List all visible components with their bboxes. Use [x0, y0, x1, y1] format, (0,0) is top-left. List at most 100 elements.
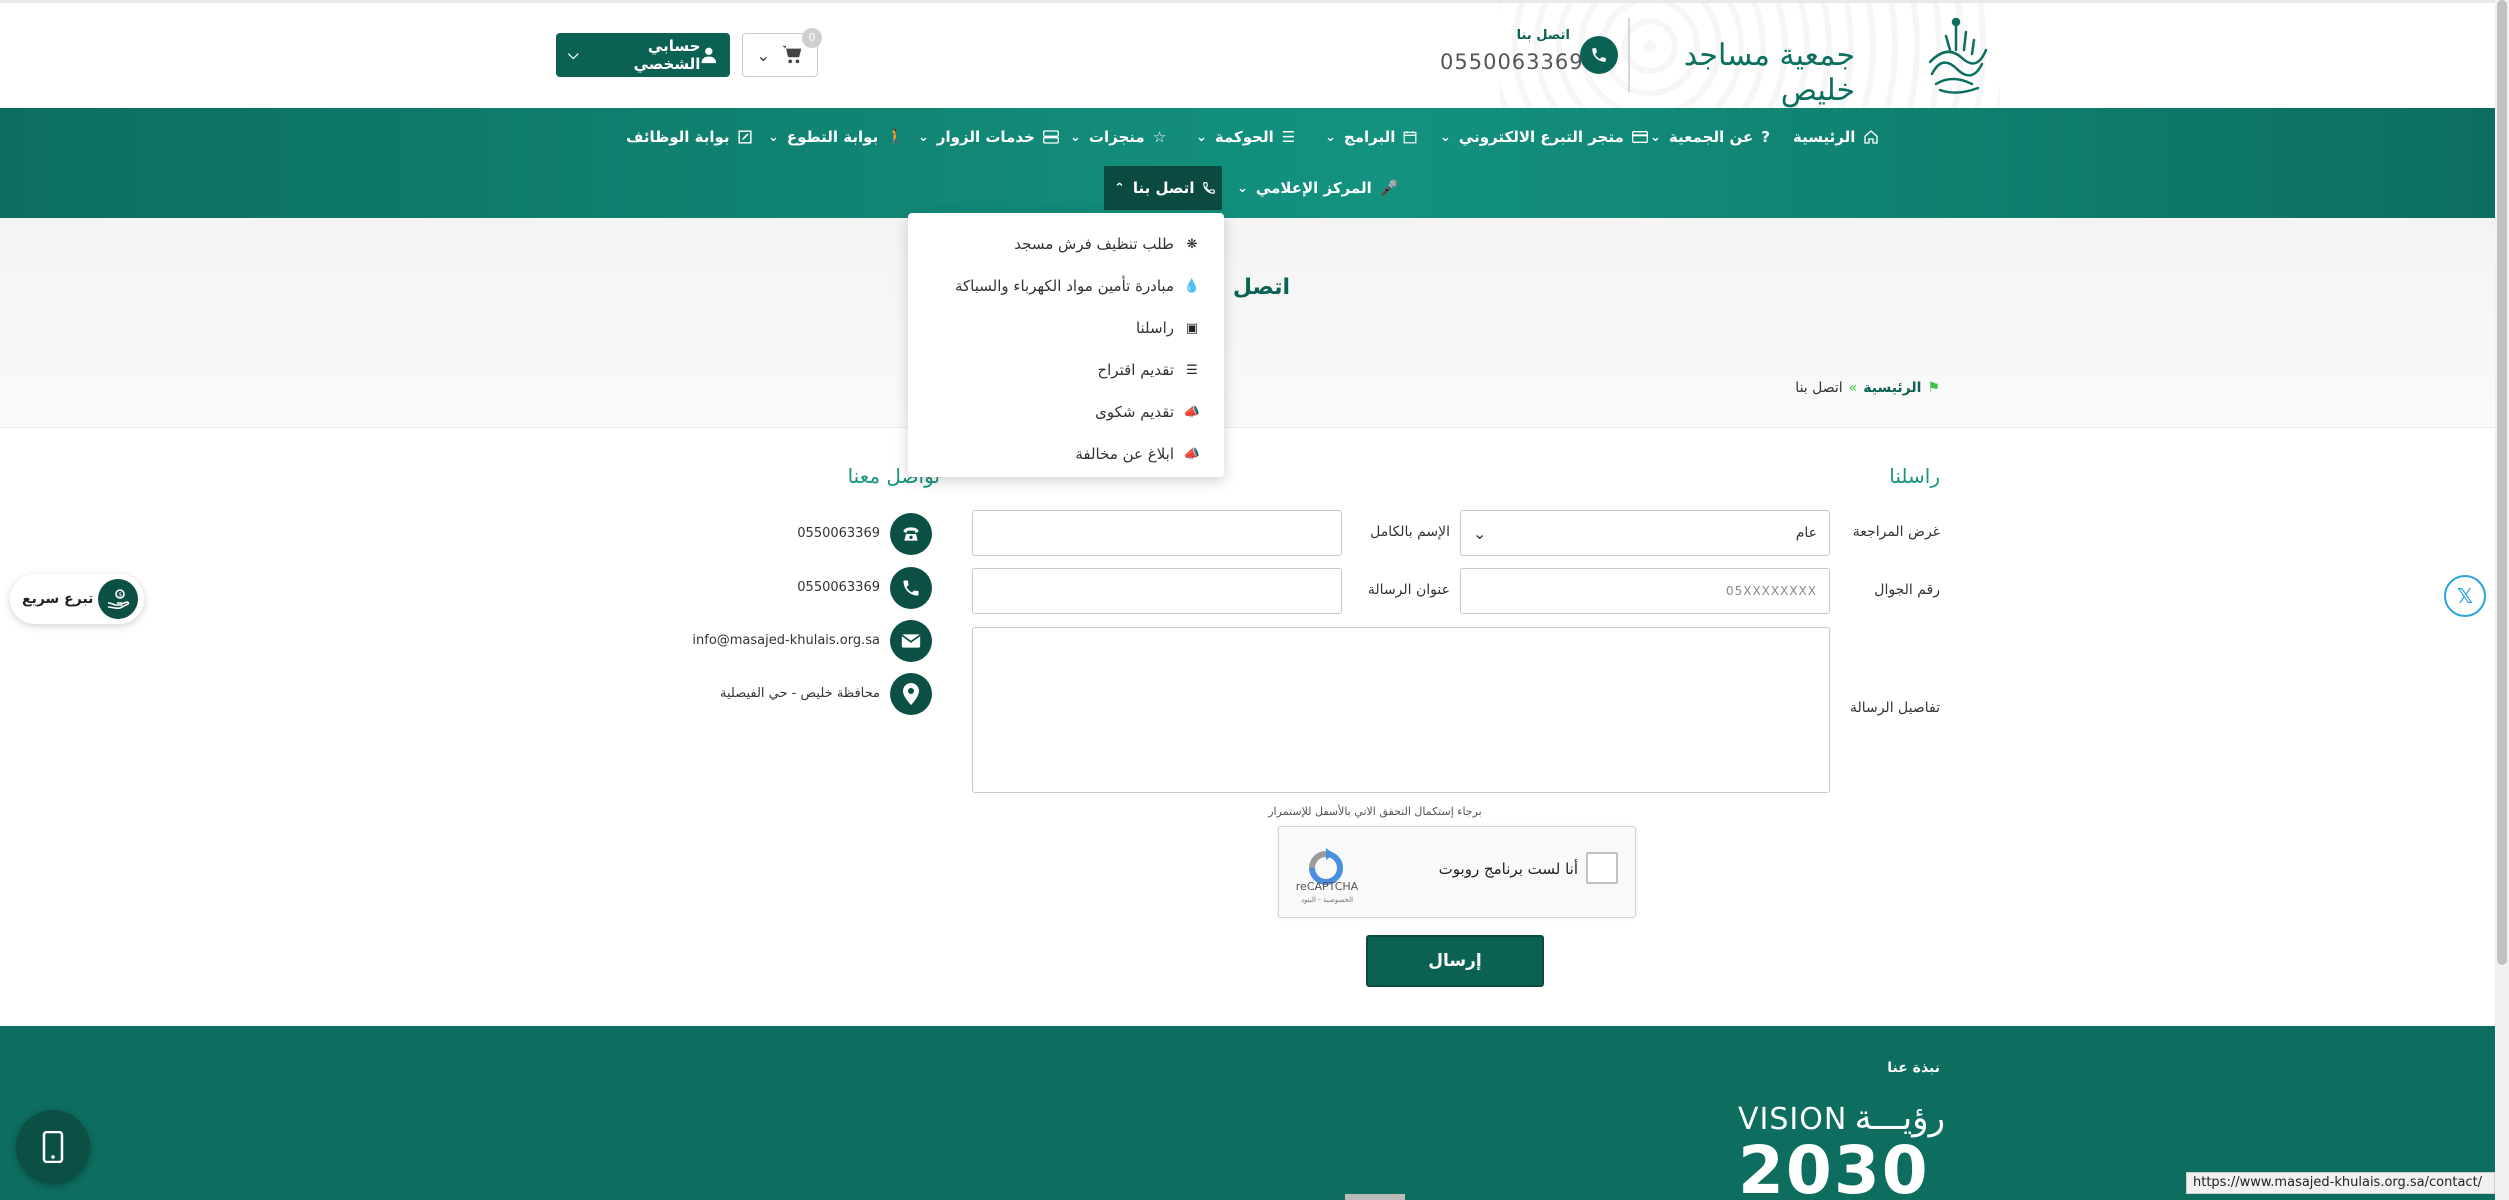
nav-governance[interactable]: ☰ الحوكمة ⌄ [1196, 121, 1295, 153]
contact-phone-2[interactable]: 0550063369 [740, 580, 880, 595]
details-label: تفاصيل الرسالة [1849, 700, 1940, 716]
contact-card-icon: ▣ [1185, 320, 1199, 336]
dropdown-item-label: تقديم شكوى [1095, 403, 1174, 421]
nav-volunteer-label: بوابة التطوع [786, 128, 879, 146]
nav-contact-label: اتصل بنا [1132, 179, 1195, 197]
megaphone-icon: 📣 [1183, 446, 1200, 462]
star-icon: ☆ [1152, 128, 1167, 146]
nav-governance-label: الحوكمة [1214, 128, 1274, 146]
dropdown-item-carpet-cleaning[interactable]: ❋ طلب تنظيف فرش مسجد [908, 223, 1224, 265]
chevron-down-icon: ⌄ [1196, 129, 1207, 145]
svg-text:$: $ [118, 592, 122, 599]
send-button[interactable]: إرسال [1366, 935, 1544, 987]
dropdown-item-label: طلب تنظيف فرش مسجد [1014, 235, 1174, 253]
account-button[interactable]: ⌵ حسابي الشخصي [556, 33, 730, 77]
contact-email[interactable]: info@masajed-khulais.org.sa [640, 633, 880, 648]
dropdown-item-contact-us[interactable]: ▣ راسلنا [908, 307, 1224, 349]
list-icon: ☰ [1281, 128, 1296, 146]
dropdown-item-violation-report[interactable]: 📣 ابلاغ عن مخالفة [908, 433, 1224, 475]
nav-achievements-label: منجزات [1088, 128, 1145, 146]
footer-about-title: نبذة عنا [1887, 1060, 1940, 1076]
subject-input[interactable] [972, 568, 1342, 614]
nav-store-label: متجر التبرع الالكتروني [1458, 128, 1624, 146]
credit-card-icon [1631, 131, 1648, 143]
cart-count-badge: 0 [802, 28, 822, 48]
user-icon [701, 47, 717, 64]
dropdown-item-complaint[interactable]: 📣 تقديم شكوى [908, 391, 1224, 433]
quick-donate-button[interactable]: تبرع سريع $ [10, 574, 144, 624]
x-share-icon[interactable]: 𝕏 [2444, 575, 2486, 617]
question-icon: ? [1761, 128, 1770, 146]
captcha-checkbox[interactable] [1586, 852, 1618, 884]
fullname-label: الإسم بالكامل [1370, 524, 1450, 540]
captcha-label: أنا لست برنامج روبوت [1438, 860, 1578, 878]
nav-volunteer[interactable]: 🚶 بوابة التطوع ⌄ [768, 121, 905, 153]
mobile-app-button[interactable] [16, 1110, 90, 1184]
nav-store[interactable]: متجر التبرع الالكتروني ⌄ [1440, 121, 1648, 153]
nav-home[interactable]: الرئيسية [1793, 121, 1879, 153]
dropdown-item-label: راسلنا [1135, 319, 1174, 337]
chevron-down-icon: ⌵ [568, 47, 579, 63]
chevron-down-icon: ⌄ [1325, 129, 1336, 145]
recaptcha-terms[interactable]: الخصوصية - البنود [1282, 896, 1372, 904]
contact-address: محافظة خليص - حي الفيصلية [720, 686, 880, 701]
nav-visitor-services[interactable]: خدمات الزوار ⌄ [918, 121, 1059, 153]
top-header [0, 0, 2495, 111]
dropdown-item-suggestion[interactable]: ☰ تقديم اقتراح [908, 349, 1224, 391]
nav-achievements[interactable]: ☆ منجزات ⌄ [1070, 121, 1166, 153]
chevron-down-icon: ⌄ [1473, 523, 1487, 543]
contact-label: اتصل بنا [1516, 28, 1570, 43]
scrollbar-thumb[interactable] [2497, 0, 2507, 965]
status-bar-url: https://www.masajed-khulais.org.sa/conta… [2186, 1172, 2495, 1194]
chevron-down-icon: ⌄ [756, 45, 771, 65]
captcha-note: برجاء إستكمال التحقق الاتي بالأسفل للإست… [1268, 805, 1482, 818]
donate-hand-icon: $ [98, 579, 138, 619]
breadcrumb: ⚑ الرئيسية » اتصل بنا [1780, 380, 1940, 396]
home-icon [1864, 130, 1879, 144]
header-divider [1628, 18, 1630, 92]
chevron-down-icon: ⌄ [1650, 129, 1661, 145]
form-title: راسلنا [1889, 464, 1940, 488]
dropdown-item-label: مبادرة تأمين مواد الكهرباء والسباكة [955, 277, 1174, 295]
dropdown-item-label: ابلاغ عن مخالفة [1075, 445, 1174, 463]
page-hero [0, 218, 2495, 428]
footer [0, 1026, 2495, 1200]
mobile-input[interactable]: 05XXXXXXXX [1460, 568, 1830, 614]
horizontal-scroll-indicator [1345, 1194, 1405, 1200]
edit-square-icon [738, 130, 752, 144]
cart-icon [782, 45, 802, 64]
details-textarea[interactable] [972, 627, 1830, 793]
server-icon [1042, 130, 1059, 144]
nav-jobs[interactable]: بوابة الوظائف [626, 121, 752, 153]
megaphone-icon: 📣 [1183, 404, 1200, 420]
mobile-icon [42, 1131, 64, 1163]
nav-contact[interactable]: اتصل بنا ⌃ [1114, 172, 1216, 204]
chevron-up-icon: ⌃ [1114, 180, 1125, 196]
mobile-label: رقم الجوال [1874, 582, 1940, 598]
nav-programs[interactable]: البرامج ⌄ [1325, 121, 1417, 153]
nav-media-center[interactable]: 🎤 المركز الإعلامي ⌄ [1237, 172, 1398, 204]
dropdown-item-utilities-initiative[interactable]: 💧 مبادرة تأمين مواد الكهرباء والسباكة [908, 265, 1224, 307]
org-name[interactable]: جمعية مساجد خليص [1655, 38, 1855, 108]
logo-icon[interactable] [1922, 14, 1992, 96]
phone-icon[interactable] [1580, 36, 1618, 74]
contact-phone-1[interactable]: 0550063369 [740, 526, 880, 541]
envelope-icon [890, 620, 932, 662]
fullname-input[interactable] [972, 510, 1342, 556]
location-pin-icon [890, 673, 932, 715]
quick-donate-label: تبرع سريع [22, 591, 94, 607]
nav-about-label: عن الجمعية [1668, 128, 1754, 146]
nav-about[interactable]: ? عن الجمعية ⌄ [1650, 121, 1770, 153]
purpose-label: غرض المراجعة [1852, 524, 1940, 540]
breadcrumb-current: اتصل بنا [1795, 380, 1843, 396]
recaptcha-brand: reCAPTCHA [1295, 880, 1359, 893]
phone-icon [890, 567, 932, 609]
purpose-select[interactable]: ⌄ عام [1460, 510, 1830, 556]
purpose-value: عام [1795, 525, 1817, 541]
chevron-down-icon: ⌄ [768, 129, 779, 145]
microphone-icon: 🎤 [1379, 179, 1399, 197]
contact-phone[interactable]: 0550063369 [1440, 50, 1583, 74]
breadcrumb-home[interactable]: الرئيسية [1863, 380, 1921, 396]
vision-logo-year: 2030 [1738, 1132, 1930, 1200]
chevron-down-icon: ⌄ [1440, 129, 1451, 145]
